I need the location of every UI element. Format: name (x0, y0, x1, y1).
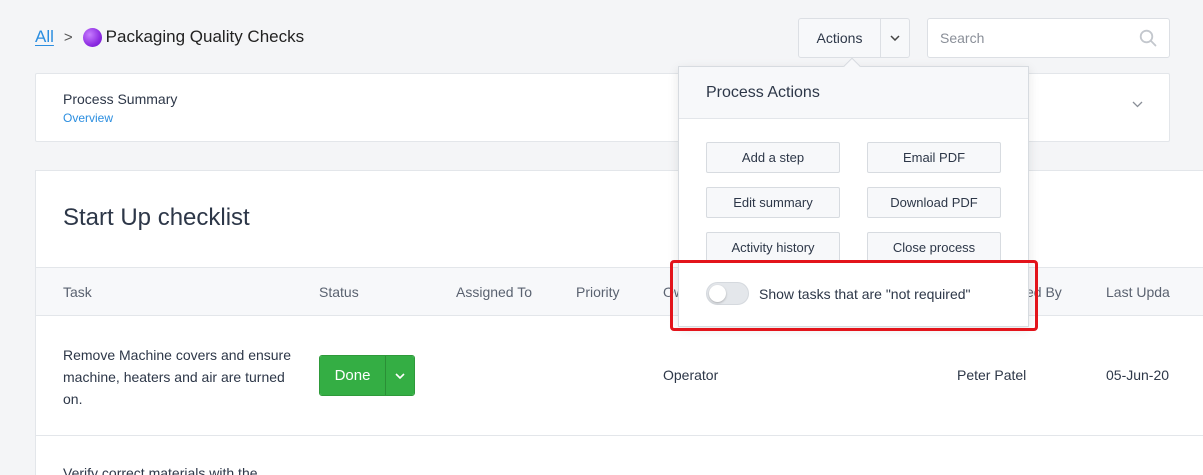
table-row[interactable]: Remove Machine covers and ensure machine… (36, 316, 1203, 436)
last-updated-cell: 05-Jun-20 (1106, 367, 1170, 383)
chevron-down-icon[interactable] (1132, 101, 1143, 108)
status-dropdown-toggle[interactable] (386, 356, 414, 395)
actions-dropdown-toggle[interactable] (881, 19, 909, 57)
search-box (927, 18, 1170, 58)
table-row[interactable]: Verify correct materials with the (36, 436, 1203, 475)
column-header-last-updated[interactable]: Last Upda (1106, 284, 1170, 300)
status-done-button[interactable]: Done (320, 356, 386, 395)
column-header-priority[interactable]: Priority (576, 284, 620, 300)
column-header-status[interactable]: Status (319, 284, 359, 300)
search-icon[interactable] (1139, 29, 1157, 47)
email-pdf-button[interactable]: Email PDF (867, 142, 1001, 173)
summary-title: Process Summary (63, 91, 178, 107)
breadcrumb-all-link[interactable]: All (35, 27, 54, 47)
search-input[interactable] (940, 30, 1139, 46)
chevron-down-icon (395, 372, 405, 379)
add-step-button[interactable]: Add a step (706, 142, 840, 173)
status-split-button: Done (319, 355, 415, 396)
toggle-label: Show tasks that are "not required" (759, 285, 971, 302)
summary-subtitle: Overview (63, 111, 114, 125)
close-process-button[interactable]: Close process (867, 232, 1001, 263)
dropdown-title: Process Actions (679, 67, 1028, 119)
owner-cell: Operator (663, 367, 719, 383)
task-text: Remove Machine covers and ensure machine… (63, 347, 292, 407)
actions-split-button: Actions (798, 18, 910, 58)
activity-history-button[interactable]: Activity history (706, 232, 840, 263)
column-header-task[interactable]: Task (63, 284, 92, 300)
breadcrumb: All > Packaging Quality Checks (35, 27, 304, 47)
page-title: Packaging Quality Checks (82, 27, 305, 47)
completed-by-cell: Peter Patel (957, 367, 1027, 383)
show-not-required-toggle[interactable] (706, 282, 749, 305)
process-actions-dropdown: Process Actions Add a step Email PDF Edi… (678, 66, 1029, 327)
chevron-down-icon (890, 35, 900, 41)
download-pdf-button[interactable]: Download PDF (867, 187, 1001, 218)
column-header-assigned-to[interactable]: Assigned To (456, 284, 532, 300)
checklist-title: Start Up checklist (63, 204, 250, 231)
column-header-completed-by[interactable]: ed By (1026, 284, 1062, 300)
page-title-text: Packaging Quality Checks (105, 27, 305, 46)
edit-summary-button[interactable]: Edit summary (706, 187, 840, 218)
breadcrumb-separator-icon: > (63, 28, 73, 46)
not-required-toggle-row: Show tasks that are "not required" (706, 282, 971, 305)
toggle-knob (709, 285, 726, 302)
purple-circle-icon (82, 27, 102, 47)
task-text: Verify correct materials with the (63, 465, 258, 475)
actions-button[interactable]: Actions (799, 19, 881, 57)
